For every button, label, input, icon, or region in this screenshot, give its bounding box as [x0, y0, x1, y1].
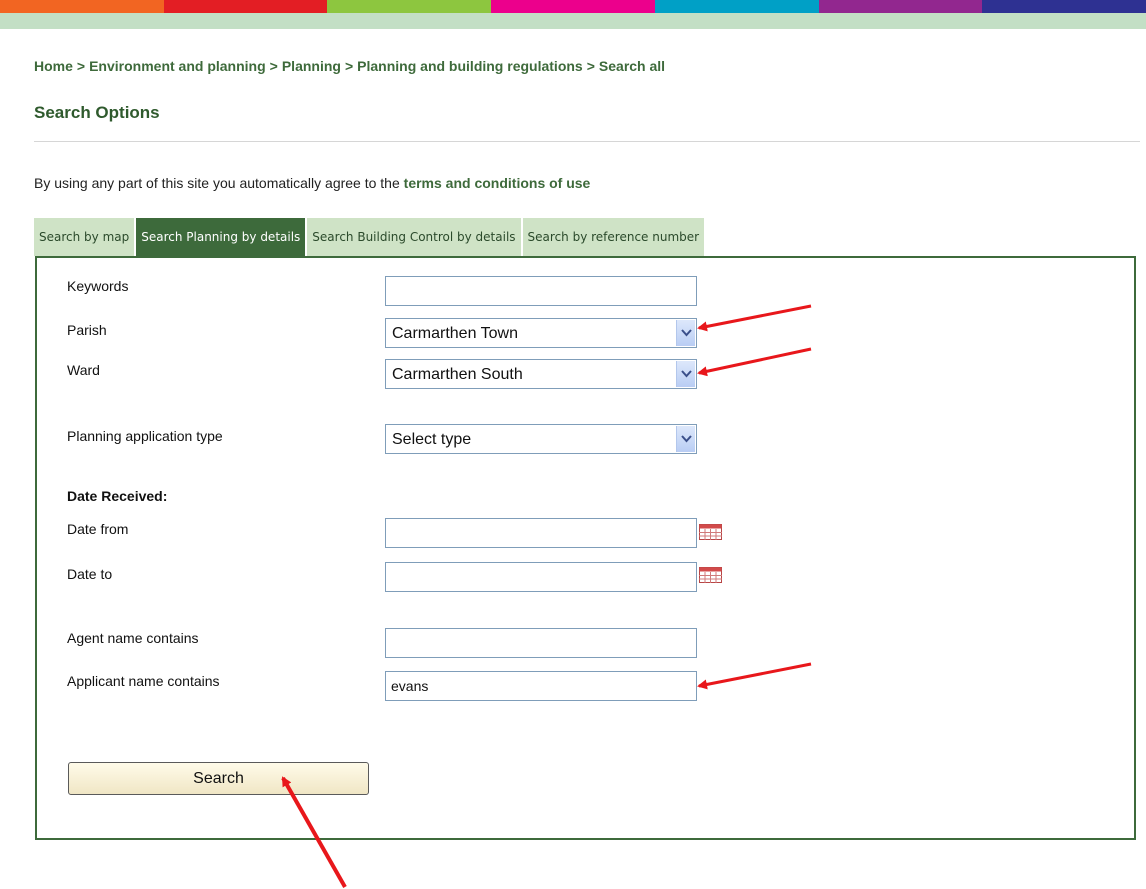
color-segment [982, 0, 1146, 13]
terms-link[interactable]: terms and conditions of use [404, 175, 591, 191]
chevron-down-icon[interactable] [676, 361, 695, 387]
breadcrumb-environment[interactable]: Environment and planning [89, 58, 266, 74]
site-color-bar [0, 0, 1146, 13]
calendar-icon[interactable] [699, 524, 722, 540]
color-segment [327, 0, 492, 13]
calendar-icon[interactable] [699, 567, 722, 583]
terms-text: By using any part of this site you autom… [34, 175, 400, 191]
title-divider [34, 141, 1140, 142]
search-tabs: Search by map Search Planning by details… [34, 218, 706, 256]
date-received-heading: Date Received: [67, 488, 168, 504]
agent-name-input[interactable] [385, 628, 697, 658]
breadcrumb-current: Search all [598, 58, 666, 74]
parish-select[interactable]: Carmarthen Town [385, 318, 697, 348]
date-to-label: Date to [67, 566, 113, 582]
breadcrumb-separator: > [586, 58, 595, 74]
date-to-input[interactable] [385, 562, 697, 592]
tab-search-building-control[interactable]: Search Building Control by details [307, 218, 521, 256]
color-segment [491, 0, 655, 13]
tab-search-planning-details[interactable]: Search Planning by details [136, 218, 306, 256]
breadcrumb-separator: > [76, 58, 86, 74]
color-segment [818, 0, 983, 13]
chevron-down-icon[interactable] [676, 426, 695, 452]
application-type-label: Planning application type [67, 428, 223, 444]
breadcrumb-building-regulations[interactable]: Planning and building regulations [357, 58, 583, 74]
ward-selected-value: Carmarthen South [392, 366, 523, 383]
agent-name-label: Agent name contains [67, 630, 199, 646]
ward-select[interactable]: Carmarthen South [385, 359, 697, 389]
date-from-input[interactable] [385, 518, 697, 548]
keywords-label: Keywords [67, 278, 129, 294]
terms-notice: By using any part of this site you autom… [34, 175, 590, 191]
application-type-selected-value: Select type [392, 431, 472, 448]
chevron-down-icon[interactable] [676, 320, 695, 346]
tab-search-by-map[interactable]: Search by map [34, 218, 135, 256]
color-segment [654, 0, 819, 13]
applicant-name-label: Applicant name contains [67, 673, 220, 689]
parish-selected-value: Carmarthen Town [392, 325, 518, 342]
color-segment [163, 0, 328, 13]
color-segment [0, 0, 164, 13]
search-button[interactable]: Search [68, 762, 369, 795]
parish-label: Parish [67, 322, 107, 338]
application-type-select[interactable]: Select type [385, 424, 697, 454]
breadcrumb-separator: > [344, 58, 354, 74]
breadcrumb-planning[interactable]: Planning [282, 58, 341, 74]
page-title: Search Options [34, 103, 160, 122]
breadcrumb-separator: > [269, 58, 278, 74]
tab-search-reference-number[interactable]: Search by reference number [522, 218, 705, 256]
applicant-name-input[interactable]: evans [385, 671, 697, 701]
ward-label: Ward [67, 362, 100, 378]
date-from-label: Date from [67, 521, 129, 537]
breadcrumb: Home > Environment and planning > Planning > P… [34, 58, 665, 74]
keywords-input[interactable] [385, 276, 697, 306]
breadcrumb-home[interactable]: Home [34, 58, 73, 74]
header-strip [0, 13, 1146, 29]
